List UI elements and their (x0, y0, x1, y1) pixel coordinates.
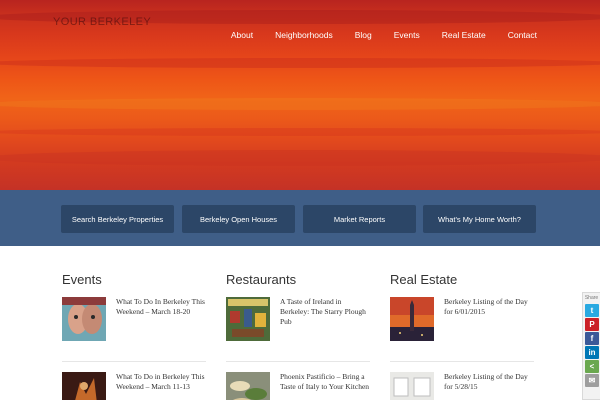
email-icon[interactable]: ✉ (585, 374, 599, 387)
divider (390, 361, 534, 362)
share-label: Share (584, 295, 599, 301)
twitter-icon[interactable]: t (585, 304, 599, 317)
post-thumbnail[interactable] (390, 372, 434, 400)
post-title-link[interactable]: Berkeley Listing of the Day for 6/01/201… (444, 297, 536, 317)
nav-contact[interactable]: Contact (508, 30, 537, 40)
column-heading: Real Estate (390, 272, 458, 287)
post-title-link[interactable]: What To Do in Berkeley This Weekend – Ma… (116, 372, 208, 392)
share-icon[interactable]: < (585, 360, 599, 373)
sky-streak (0, 128, 600, 136)
post-title-link[interactable]: Phoenix Pastificio – Bring a Taste of It… (280, 372, 372, 392)
restaurants-column: Restaurants A Taste of Ireland in Berkel… (226, 272, 376, 400)
market-reports-button[interactable]: Market Reports (303, 205, 416, 233)
sky-streak (0, 58, 600, 68)
share-sidebar: Share t Pf in < ✉ (582, 292, 600, 400)
divider (62, 361, 206, 362)
nav-events[interactable]: Events (394, 30, 420, 40)
column-heading: Events (62, 272, 102, 287)
post-title-link[interactable]: Berkeley Listing of the Day for 5/28/15 (444, 372, 536, 392)
post-title-link[interactable]: A Taste of Ireland in Berkeley: The Star… (280, 297, 372, 327)
post-thumbnail[interactable] (390, 297, 434, 341)
nav-real-estate[interactable]: Real Estate (442, 30, 486, 40)
facebook-icon[interactable]: f (585, 332, 599, 345)
sky-streak (0, 98, 600, 110)
post-thumbnail[interactable] (62, 297, 106, 341)
home-worth-button[interactable]: What's My Home Worth? (423, 205, 536, 233)
nav-blog[interactable]: Blog (355, 30, 372, 40)
nav-neighborhoods[interactable]: Neighborhoods (275, 30, 333, 40)
post-thumbnail[interactable] (226, 372, 270, 400)
cta-band: Search Berkeley Properties Berkeley Open… (0, 190, 600, 246)
post-title-link[interactable]: What To Do In Berkeley This Weekend – Ma… (116, 297, 208, 317)
site-logo[interactable]: YOUR BERKELEY (53, 16, 151, 28)
linkedin-icon[interactable]: in (585, 346, 599, 359)
events-column: Events What To Do In Berkeley This Weeke… (62, 272, 212, 400)
divider (226, 361, 370, 362)
post-thumbnail[interactable] (226, 297, 270, 341)
nav-about[interactable]: About (231, 30, 253, 40)
column-heading: Restaurants (226, 272, 297, 287)
pinterest-icon[interactable]: P (585, 318, 599, 331)
hero-banner: YOUR BERKELEY About Neighborhoods Blog E… (0, 0, 600, 190)
post-thumbnail[interactable] (62, 372, 106, 400)
sky-streak (0, 150, 600, 166)
open-houses-button[interactable]: Berkeley Open Houses (182, 205, 295, 233)
search-properties-button[interactable]: Search Berkeley Properties (61, 205, 174, 233)
main-nav: About Neighborhoods Blog Events Real Est… (209, 30, 537, 40)
real-estate-column: Real Estate Berkeley Listing of the Day … (390, 272, 540, 400)
